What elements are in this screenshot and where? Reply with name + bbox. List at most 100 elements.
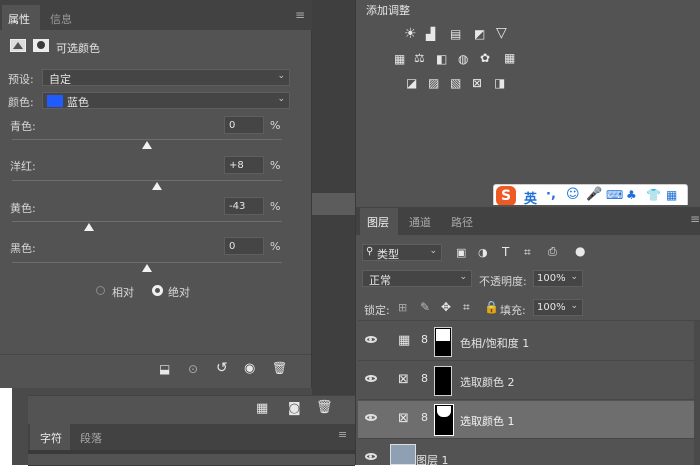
layer-name[interactable]: 图层 1 (416, 452, 449, 468)
delete-adjustment-icon[interactable]: 🗑 (272, 361, 287, 375)
levels-icon[interactable]: ▟ (426, 27, 435, 41)
layer-thumbnail[interactable] (390, 444, 416, 465)
color-balance-icon[interactable]: ⚖ (414, 51, 425, 65)
visibility-eye-icon[interactable] (365, 375, 377, 382)
layer-name[interactable]: 色相/饱和度 1 (460, 335, 529, 351)
yellow-slider-knob[interactable] (84, 223, 94, 231)
posterize-icon[interactable]: ▨ (428, 76, 439, 90)
tab-channels-label[interactable]: 通道 (409, 214, 431, 230)
visibility-eye-icon[interactable]: ◉ (244, 361, 255, 376)
layer-mask-thumbnail[interactable] (434, 404, 454, 436)
relative-label[interactable]: 相对 (112, 284, 134, 300)
exposure-icon[interactable]: ◩ (474, 27, 485, 41)
yellow-value-input[interactable]: -43 (224, 197, 264, 215)
magenta-slider-knob[interactable] (152, 182, 162, 190)
absolute-radio[interactable] (152, 285, 163, 296)
cyan-slider-knob[interactable] (142, 141, 152, 149)
camera-icon[interactable]: ◙ (288, 401, 301, 416)
visibility-eye-icon[interactable] (365, 336, 377, 343)
black-slider-track[interactable] (12, 262, 282, 263)
filter-toggle-icon[interactable]: ● (575, 244, 585, 258)
yellow-slider-track[interactable] (12, 221, 282, 222)
tab-paths-label[interactable]: 路径 (451, 214, 473, 230)
visibility-eye-icon[interactable] (365, 414, 377, 421)
preset-select[interactable]: 自定 ⌄ (42, 69, 290, 86)
layer-row[interactable]: 图层 1 (358, 440, 700, 468)
channel-mixer-icon[interactable]: ✿ (480, 51, 490, 65)
selective-color-icon[interactable]: ⊠ (472, 76, 482, 90)
layer-mask-thumbnail[interactable] (434, 366, 452, 396)
visibility-eye-icon[interactable] (365, 453, 377, 460)
magenta-value-input[interactable]: +8 (224, 156, 264, 174)
vibrance-icon[interactable]: ▽ (496, 25, 507, 41)
layer-name[interactable]: 选取颜色 2 (460, 374, 515, 390)
background-panel-button[interactable] (312, 193, 355, 215)
brightness-contrast-icon[interactable]: ☀ (404, 26, 417, 42)
toolbox-icon[interactable]: ♣ (626, 188, 637, 202)
black-slider-knob[interactable] (142, 264, 152, 272)
panel-menu-icon[interactable]: ≡ (295, 8, 305, 22)
chevron-down-icon: ⌄ (570, 301, 578, 311)
filter-pixel-icon[interactable]: ▣ (456, 246, 466, 259)
layer-row[interactable]: ▦ 8 色相/饱和度 1 (358, 323, 700, 361)
skin-icon[interactable]: 👕 (646, 188, 661, 202)
layer-filter-value: 类型 (377, 248, 399, 261)
filter-type-icon[interactable]: T (502, 245, 509, 259)
view-previous-state-icon[interactable]: ⊙ (188, 362, 198, 376)
lock-transparent-icon[interactable]: ⊞ (398, 301, 407, 314)
lock-artboard-icon[interactable]: ⌗ (463, 300, 470, 315)
reset-icon[interactable]: ↺ (216, 360, 228, 376)
curves-icon[interactable]: ▤ (450, 27, 461, 41)
black-value-input[interactable]: 0 (224, 237, 264, 255)
mask-icon[interactable] (33, 39, 49, 52)
lock-position-icon[interactable]: ✥ (441, 300, 451, 314)
invert-icon[interactable]: ◪ (406, 76, 417, 90)
lock-all-icon[interactable]: 🔒 (484, 300, 499, 314)
trash-icon[interactable]: 🗑 (316, 400, 333, 415)
gradient-map-icon[interactable]: ◨ (494, 76, 505, 90)
panel-title: 可选颜色 (56, 42, 100, 55)
fill-input[interactable]: 100% ⌄ (533, 299, 583, 316)
hue-saturation-icon[interactable]: ▦ (394, 52, 405, 66)
panel-menu-icon[interactable]: ≡ (338, 428, 347, 441)
ime-punct-label[interactable]: ·, (546, 187, 556, 202)
magenta-slider-track[interactable] (12, 180, 282, 181)
threshold-icon[interactable]: ▧ (450, 76, 461, 90)
color-lookup-icon[interactable]: ▦ (504, 51, 515, 65)
layer-row[interactable]: ⊠ 8 选取颜色 2 (358, 362, 700, 400)
layer-name[interactable]: 选取颜色 1 (460, 413, 515, 429)
cyan-value-input[interactable]: 0 (224, 116, 264, 134)
clip-to-layer-icon[interactable]: ⬓ (159, 362, 170, 376)
apps-grid-icon[interactable]: ▦ (666, 188, 677, 202)
relative-radio[interactable] (96, 286, 105, 295)
filter-adjustment-icon[interactable]: ◑ (478, 246, 488, 259)
emoji-icon[interactable]: ☺ (566, 187, 580, 202)
absolute-label[interactable]: 绝对 (168, 284, 190, 300)
filter-smart-object-icon[interactable]: ⎙ (548, 245, 557, 259)
preset-value: 自定 (49, 73, 71, 86)
chain-link-icon[interactable]: 8 (421, 333, 428, 346)
opacity-input[interactable]: 100% ⌄ (533, 270, 583, 287)
panel-menu-icon[interactable]: ≡ (690, 212, 700, 226)
color-select[interactable]: 蓝色 ⌄ (42, 92, 290, 109)
cyan-slider-track[interactable] (12, 139, 282, 140)
layers-scrollbar[interactable] (694, 321, 700, 465)
tab-paragraph-label[interactable]: 段落 (80, 430, 102, 446)
chain-link-icon[interactable]: 8 (421, 372, 428, 385)
filter-shape-icon[interactable]: ⌗ (524, 245, 531, 260)
group-icon[interactable]: ▦ (256, 401, 268, 416)
keyboard-icon[interactable]: ⌨ (606, 188, 623, 202)
fill-label: 填充: (500, 304, 526, 317)
blend-mode-select[interactable]: 正常 ⌄ (362, 270, 472, 287)
layer-mask-thumbnail[interactable] (434, 327, 452, 357)
chain-link-icon[interactable]: 8 (421, 411, 428, 424)
layer-filter-select[interactable]: ⚲ 类型 ⌄ (362, 244, 442, 261)
black-label: 黑色: (10, 242, 36, 255)
microphone-icon[interactable]: 🎤 (586, 187, 602, 202)
lock-image-icon[interactable]: ✎ (420, 300, 430, 314)
black-unit: % (270, 240, 281, 253)
tab-info-label[interactable]: 信息 (50, 11, 72, 27)
photo-filter-icon[interactable]: ◍ (458, 52, 468, 66)
black-white-icon[interactable]: ◧ (436, 52, 447, 66)
layer-row-selected[interactable]: ⊠ 8 选取颜色 1 (358, 401, 700, 439)
